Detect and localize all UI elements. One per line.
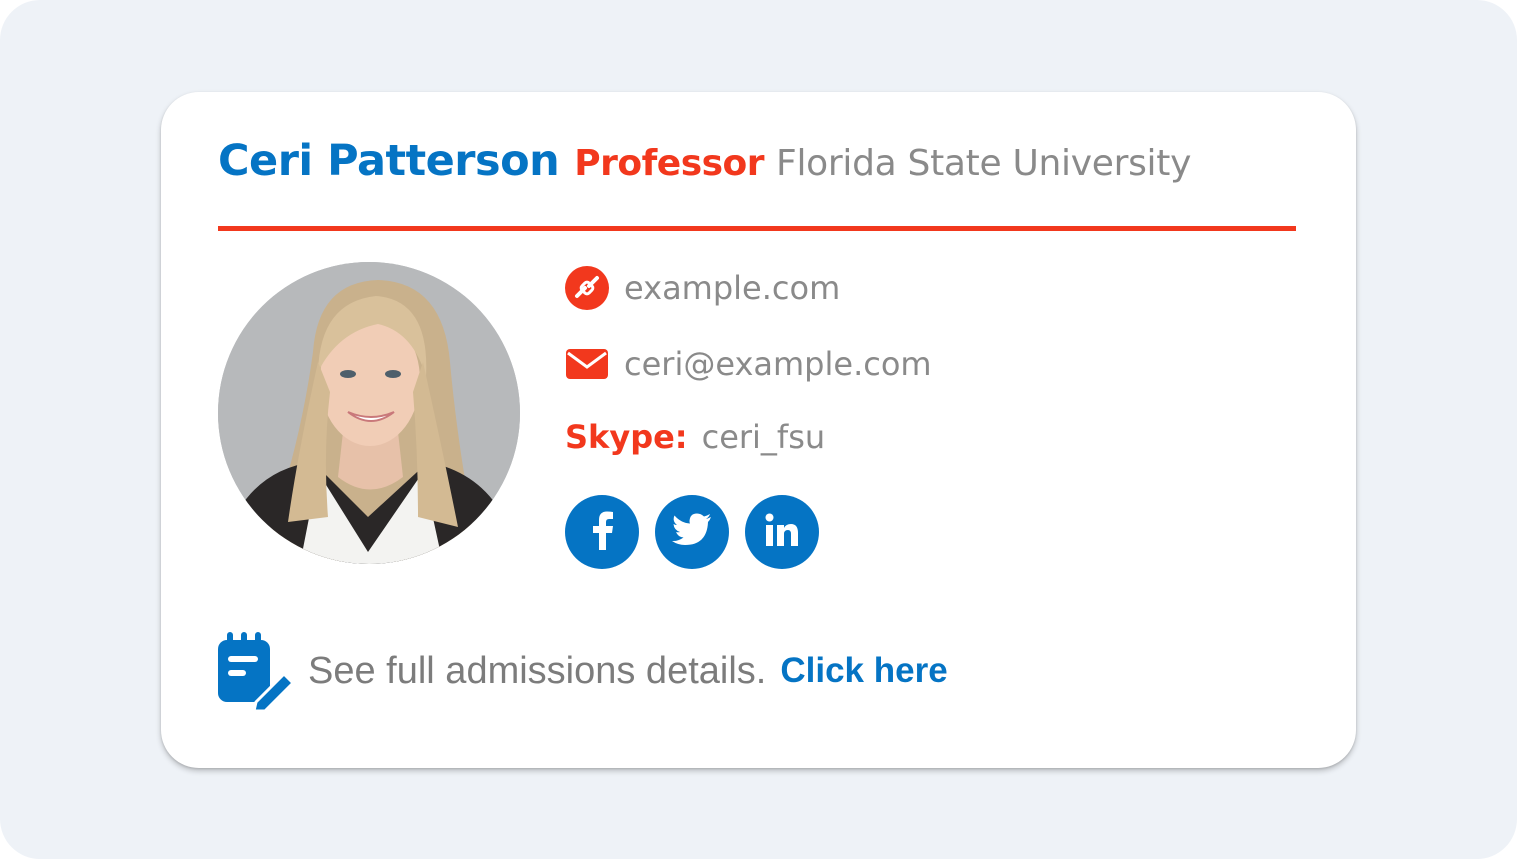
admissions-text: See full admissions details. [308, 649, 767, 692]
admissions-footer: See full admissions details. Click here [218, 632, 948, 713]
header-divider [218, 226, 1296, 231]
facebook-button[interactable] [565, 495, 639, 569]
twitter-button[interactable] [655, 495, 729, 569]
email-link[interactable]: ceri@example.com [624, 345, 932, 383]
website-row[interactable]: example.com [565, 266, 840, 310]
signature-header: Ceri Patterson Professor Florida State U… [218, 136, 1191, 186]
website-link[interactable]: example.com [624, 269, 840, 307]
click-here-link[interactable]: Click here [780, 651, 947, 691]
facebook-icon [587, 510, 617, 554]
email-signature-card: Ceri Patterson Professor Florida State U… [161, 92, 1356, 768]
twitter-icon [672, 513, 712, 551]
notepad-edit-icon [218, 632, 296, 713]
organization-name: Florida State University [776, 143, 1192, 184]
social-links [565, 495, 835, 569]
job-title: Professor [574, 143, 765, 184]
linkedin-button[interactable] [745, 495, 819, 569]
linkedin-icon [764, 512, 800, 552]
avatar [218, 262, 520, 564]
skype-row: Skype: ceri_fsu [565, 418, 825, 456]
link-icon [565, 266, 609, 310]
person-name: Ceri Patterson [218, 136, 560, 186]
email-row[interactable]: ceri@example.com [565, 342, 932, 386]
envelope-icon [565, 342, 609, 386]
skype-label: Skype: [565, 418, 688, 456]
skype-handle[interactable]: ceri_fsu [702, 418, 826, 456]
